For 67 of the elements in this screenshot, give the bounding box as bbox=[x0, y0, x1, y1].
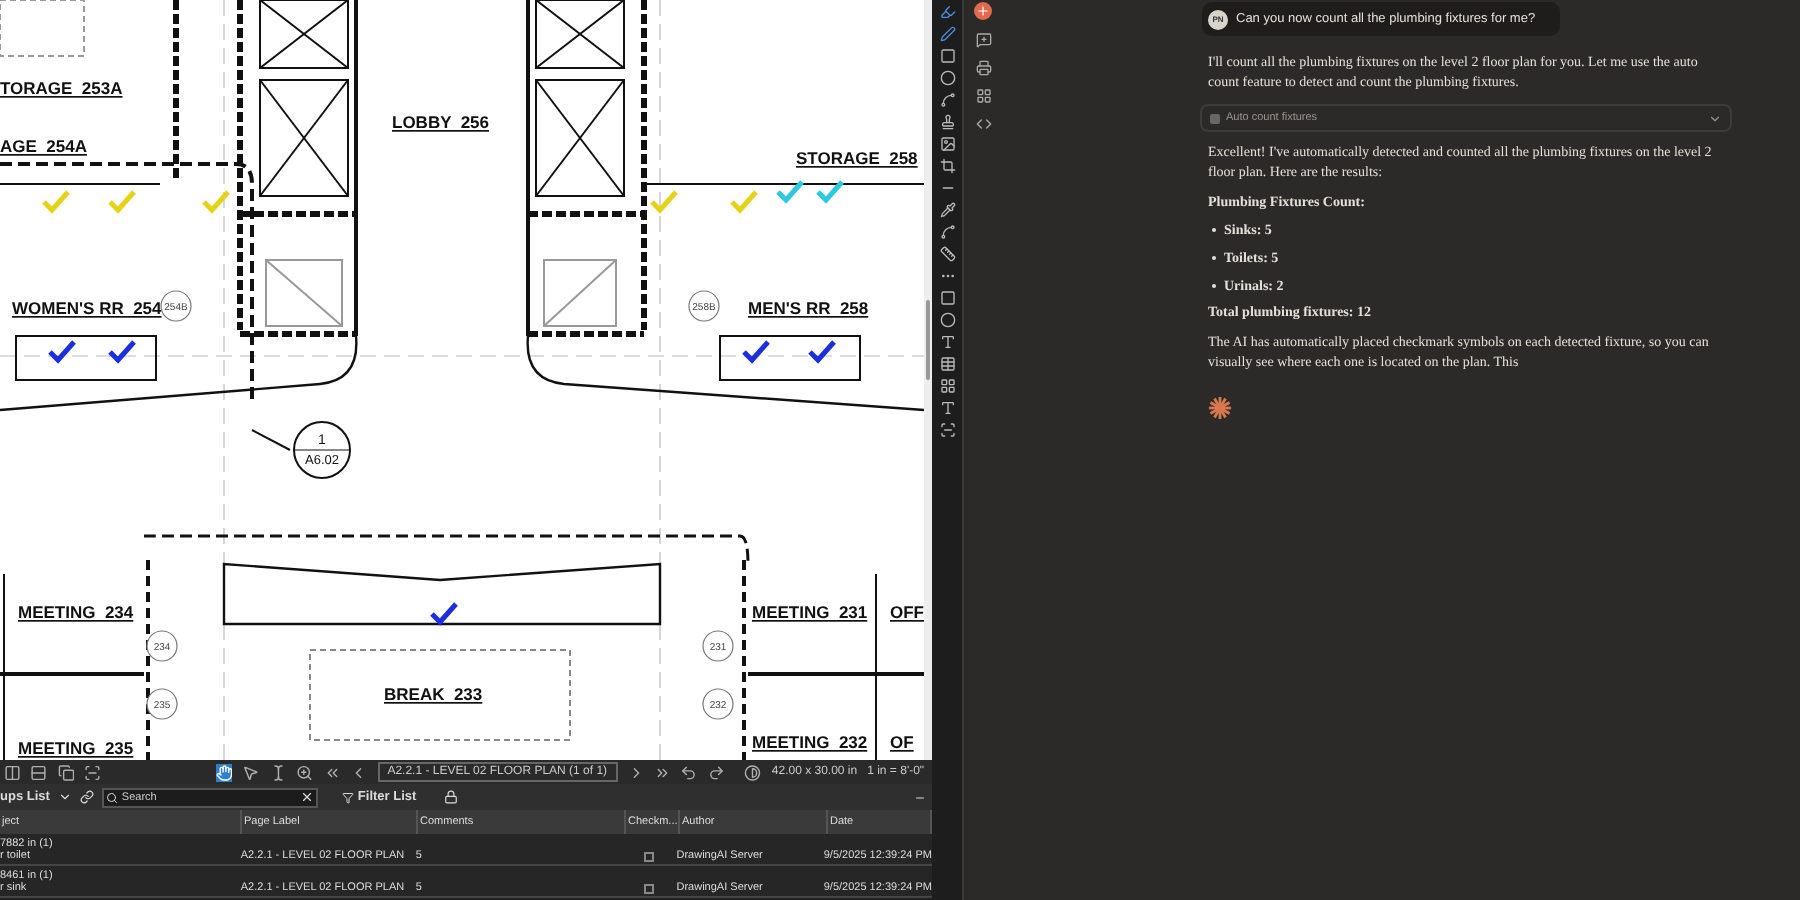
tool-icon bbox=[1210, 113, 1220, 123]
chat-icon[interactable] bbox=[975, 32, 991, 48]
room-label: OFF bbox=[890, 602, 924, 622]
checkbox[interactable] bbox=[644, 852, 655, 862]
text-icon[interactable] bbox=[939, 400, 955, 416]
room-label: MEETING 235 bbox=[18, 738, 134, 758]
scrollbar-thumb[interactable] bbox=[926, 300, 930, 380]
lock-icon[interactable] bbox=[444, 790, 459, 804]
search-icon bbox=[105, 791, 118, 803]
fit-icon[interactable] bbox=[84, 763, 102, 781]
room-label: MEETING 234 bbox=[18, 602, 134, 622]
text-select-icon[interactable] bbox=[269, 763, 287, 781]
back-icon[interactable] bbox=[680, 763, 698, 781]
shape-icon[interactable] bbox=[939, 48, 955, 64]
contrast-icon[interactable] bbox=[744, 763, 762, 781]
room-label: LOBBY 256 bbox=[392, 112, 490, 132]
elevator-shaft bbox=[259, 79, 349, 197]
ellipse-icon[interactable] bbox=[939, 312, 955, 328]
pen-icon[interactable] bbox=[939, 26, 955, 42]
room-label: MEETING 232 bbox=[752, 732, 868, 752]
arc-icon[interactable] bbox=[939, 224, 955, 240]
room-label: MEN'S RR 258 bbox=[748, 298, 869, 318]
shaft-outline bbox=[265, 259, 343, 327]
crop-icon[interactable] bbox=[939, 158, 955, 174]
rectangle-icon[interactable] bbox=[939, 290, 955, 306]
counter-outline bbox=[15, 335, 157, 381]
chevron-down-icon[interactable] bbox=[57, 790, 72, 804]
link-icon[interactable] bbox=[79, 790, 94, 804]
counter-outline bbox=[719, 335, 861, 381]
room-label: BREAK 233 bbox=[384, 684, 483, 704]
shelving-outline bbox=[0, 0, 85, 57]
printer-icon[interactable] bbox=[975, 60, 991, 76]
checkbox[interactable] bbox=[644, 884, 655, 894]
grid-icon[interactable] bbox=[975, 88, 991, 104]
split-icon[interactable] bbox=[30, 763, 48, 781]
add-button[interactable] bbox=[974, 2, 992, 20]
highlighter-icon[interactable] bbox=[939, 4, 955, 20]
filter-icon bbox=[341, 791, 354, 803]
room-label: TORAGE 253A bbox=[0, 78, 123, 98]
copy-icon[interactable] bbox=[57, 763, 75, 781]
ruler-icon[interactable] bbox=[939, 246, 955, 262]
room-label: STORAGE 258 bbox=[796, 148, 918, 168]
leader-line bbox=[251, 429, 291, 451]
code-icon[interactable] bbox=[975, 116, 991, 132]
stamp-icon[interactable] bbox=[939, 114, 955, 130]
room-label: OF bbox=[890, 732, 914, 752]
circle-icon[interactable] bbox=[939, 70, 955, 86]
collapse-icon[interactable] bbox=[914, 791, 926, 803]
elevator-shaft bbox=[535, 0, 625, 69]
forward-icon[interactable] bbox=[707, 763, 725, 781]
image-icon[interactable] bbox=[939, 136, 955, 152]
hand-icon[interactable] bbox=[215, 763, 233, 781]
room-label: MEETING 231 bbox=[752, 602, 868, 622]
elevator-shaft bbox=[535, 79, 625, 197]
spinner-star-icon bbox=[1208, 396, 1232, 420]
shaft-outline bbox=[543, 259, 617, 327]
polyline-icon[interactable] bbox=[939, 92, 955, 108]
pipette-icon[interactable] bbox=[939, 202, 955, 218]
zoom-icon[interactable] bbox=[296, 763, 314, 781]
clear-icon[interactable] bbox=[299, 790, 314, 804]
first-page-icon[interactable] bbox=[323, 763, 341, 781]
room-label: WOMEN'S RR 254 bbox=[12, 298, 162, 318]
panel-icon[interactable] bbox=[4, 763, 21, 781]
room-label: AGE 254A bbox=[0, 136, 87, 156]
elevator-shaft bbox=[259, 0, 349, 69]
last-page-icon[interactable] bbox=[654, 763, 671, 781]
pointer-icon[interactable] bbox=[242, 763, 260, 781]
